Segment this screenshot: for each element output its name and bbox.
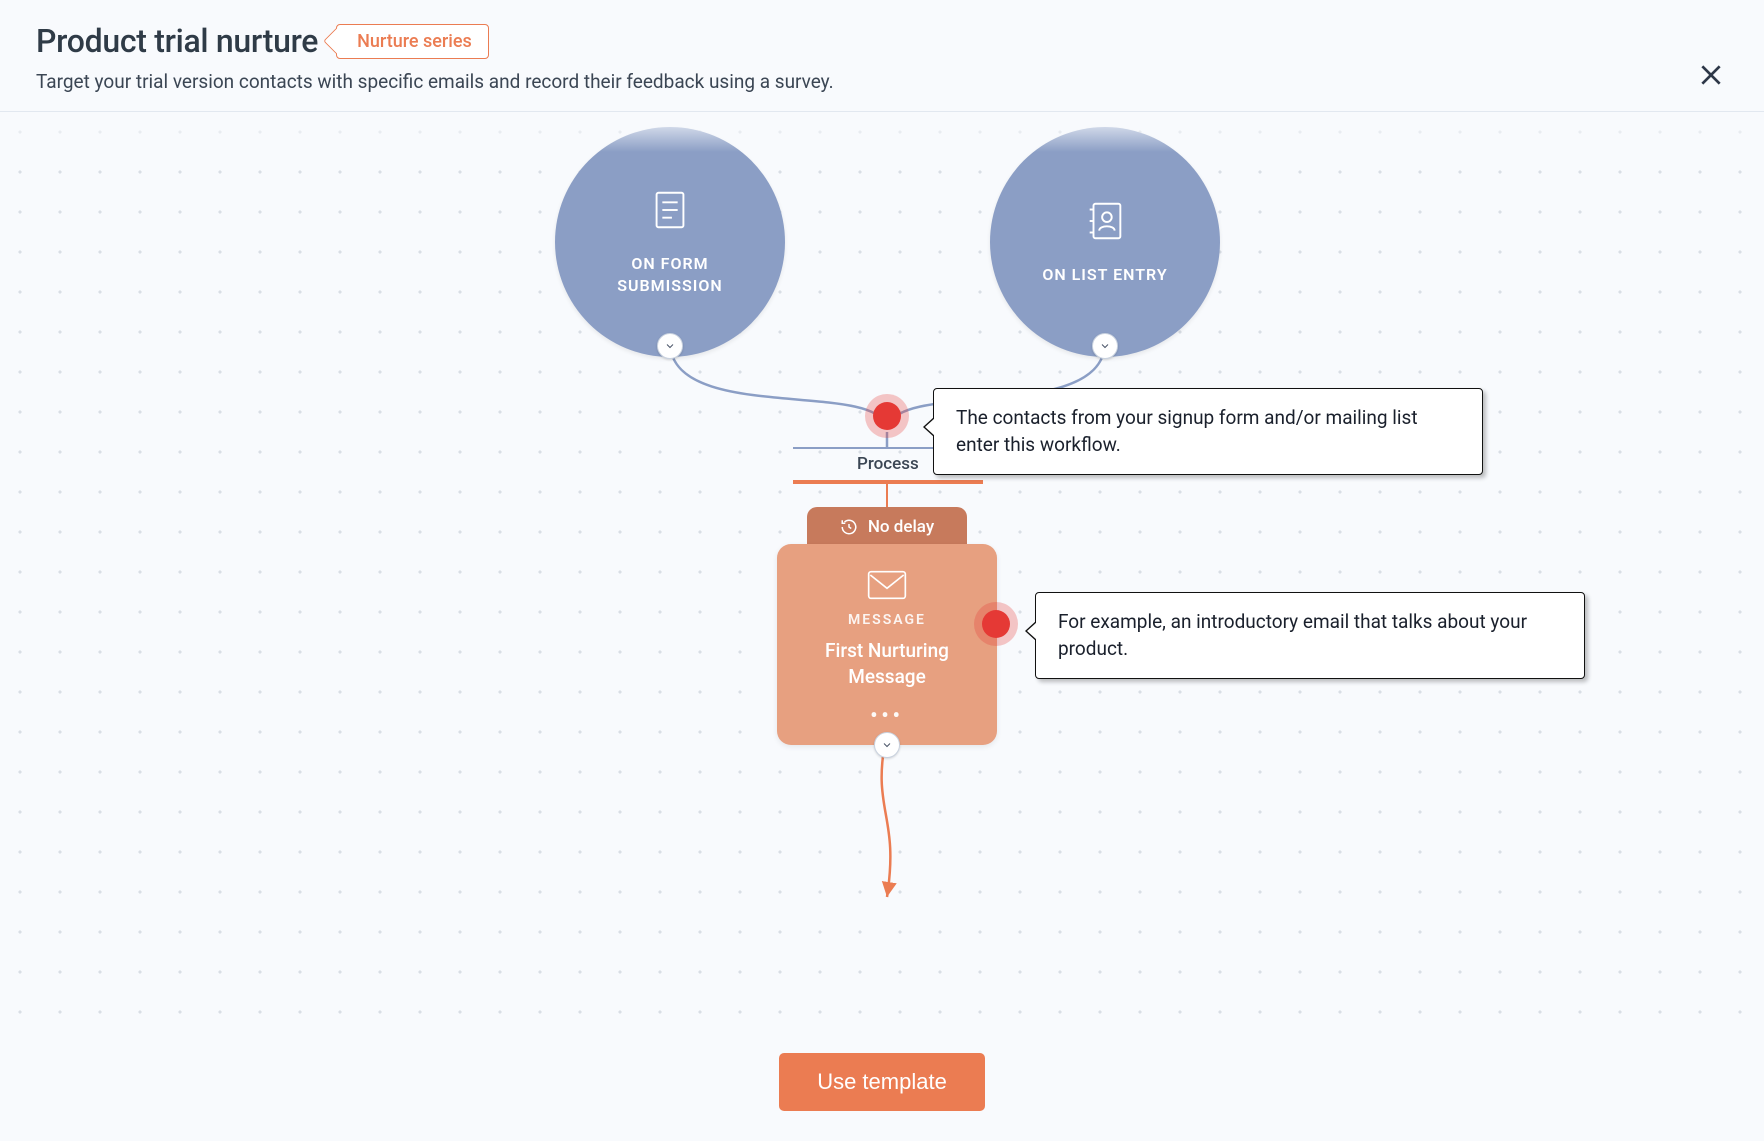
page-header: Product trial nurture Nurture series Tar… <box>0 0 1764 112</box>
callout-entry: The contacts from your signup form and/o… <box>933 388 1483 475</box>
expand-handle[interactable] <box>657 333 683 359</box>
process-label: Process <box>857 454 919 474</box>
chevron-down-icon <box>881 739 893 751</box>
delay-label: No delay <box>868 517 934 537</box>
chevron-down-icon <box>664 340 676 352</box>
chevron-down-icon <box>1099 340 1111 352</box>
envelope-icon <box>795 570 979 600</box>
trigger-list-entry[interactable]: ON LIST ENTRY <box>990 127 1220 357</box>
callout-message: For example, an introductory email that … <box>1035 592 1585 679</box>
series-tag[interactable]: Nurture series <box>336 24 489 59</box>
trigger-form-submission[interactable]: ON FORM SUBMISSION <box>555 127 785 357</box>
message-type-label: MESSAGE <box>795 612 979 628</box>
more-icon[interactable]: ••• <box>795 703 979 727</box>
delay-node[interactable]: No delay <box>807 507 967 547</box>
footer: Use template <box>0 1031 1764 1141</box>
trigger-label: ON FORM SUBMISSION <box>555 253 785 298</box>
annotation-marker-entry <box>873 402 901 430</box>
close-button[interactable] <box>1698 62 1724 92</box>
expand-handle[interactable] <box>874 732 900 758</box>
contact-book-icon <box>1082 198 1128 248</box>
trigger-label: ON LIST ENTRY <box>1018 264 1191 286</box>
process-divider <box>793 480 983 484</box>
page-subtitle: Target your trial version contacts with … <box>36 70 1728 93</box>
annotation-marker-message <box>982 610 1010 638</box>
use-template-button[interactable]: Use template <box>779 1053 985 1111</box>
page-title: Product trial nurture <box>36 22 318 60</box>
close-icon <box>1698 62 1724 88</box>
history-icon <box>840 518 858 536</box>
form-icon <box>647 187 693 237</box>
process-stem <box>886 484 888 507</box>
message-title: First Nurturing Message <box>795 638 979 689</box>
workflow-canvas[interactable]: Process ON FORM SUBMISSION <box>0 112 1764 1031</box>
message-node[interactable]: MESSAGE First Nurturing Message ••• <box>777 544 997 745</box>
expand-handle[interactable] <box>1092 333 1118 359</box>
